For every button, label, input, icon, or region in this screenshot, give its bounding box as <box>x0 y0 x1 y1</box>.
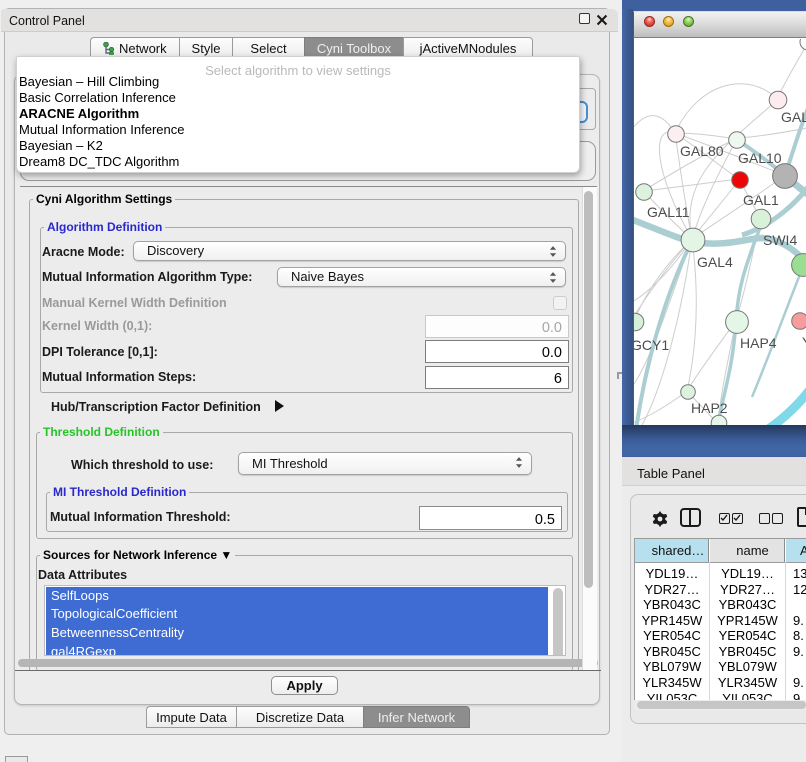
svg-text:GAL11: GAL11 <box>647 204 690 220</box>
svg-text:SWI4: SWI4 <box>763 232 797 248</box>
svg-text:GAL1: GAL1 <box>743 192 779 208</box>
svg-text:HAP2: HAP2 <box>691 400 728 416</box>
svg-text:GCY1: GCY1 <box>634 337 669 353</box>
svg-text:GAL4: GAL4 <box>697 254 733 270</box>
svg-text:GAL10: GAL10 <box>738 150 782 166</box>
svg-text:HAP4: HAP4 <box>740 335 777 351</box>
svg-text:GAL80: GAL80 <box>680 143 724 159</box>
svg-text:Y: Y <box>802 334 806 350</box>
svg-text:GAL: GAL <box>781 109 806 125</box>
